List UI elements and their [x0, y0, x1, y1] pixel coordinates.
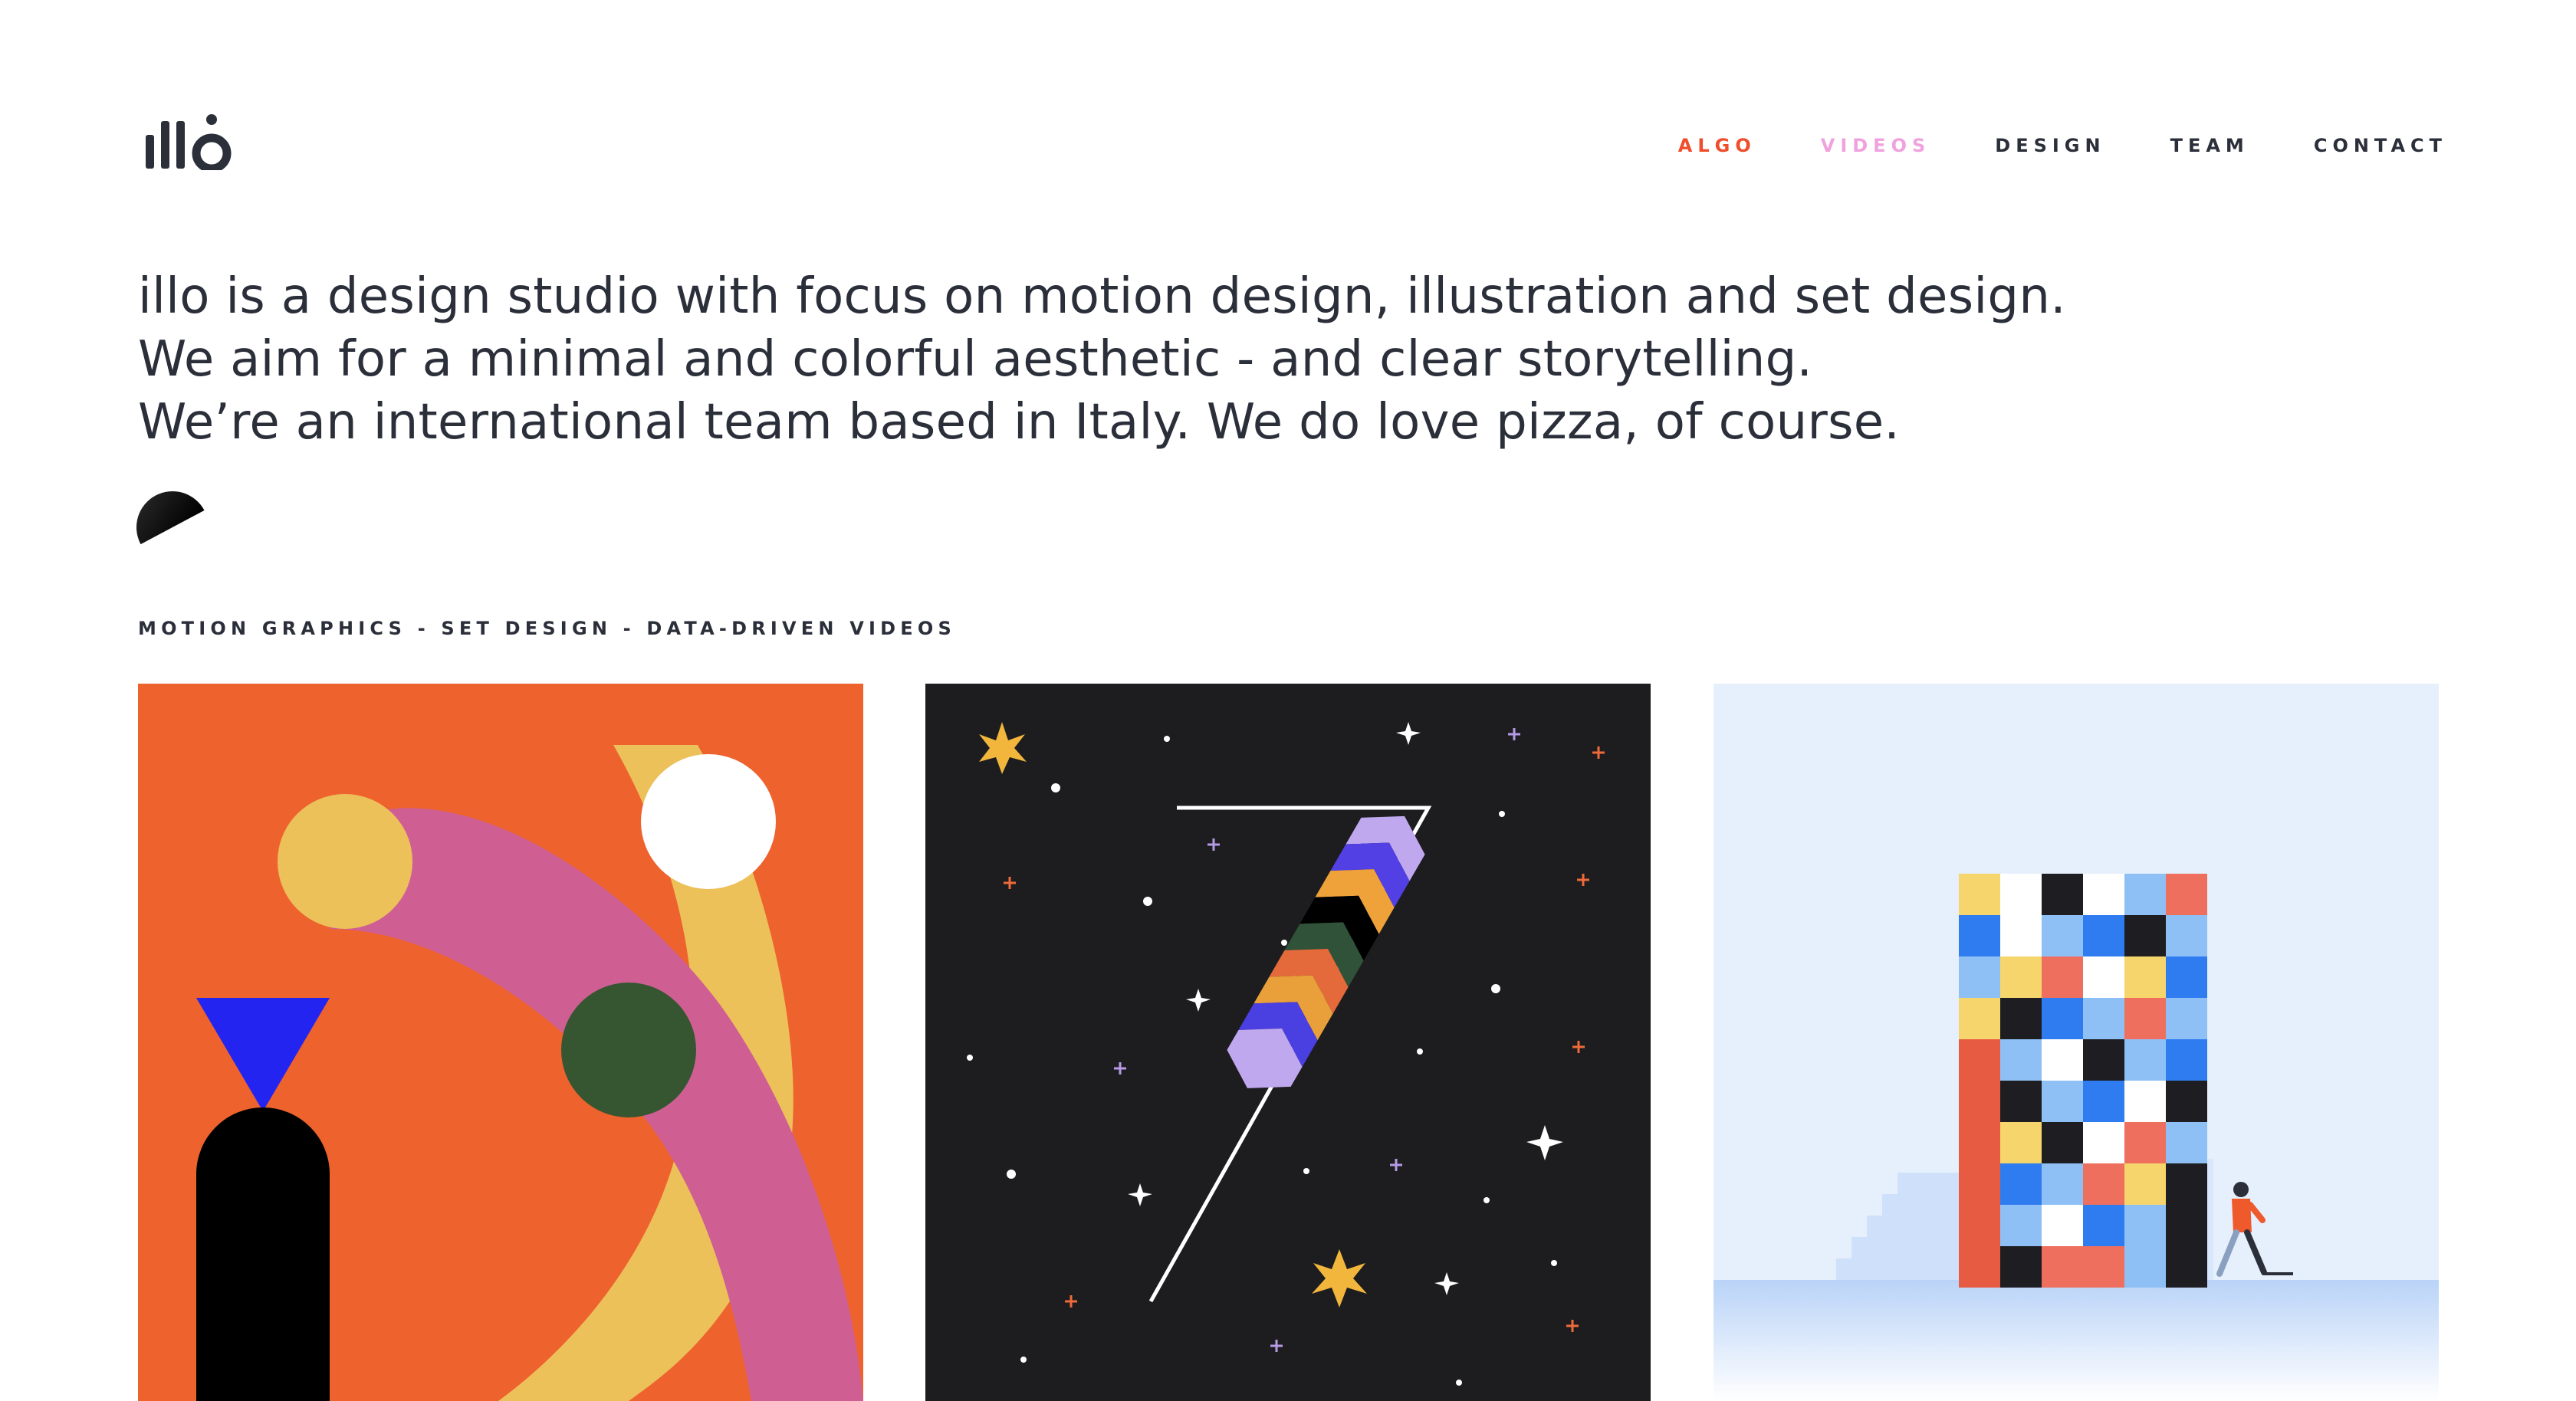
tower-door	[1959, 1039, 2000, 1288]
nav-item-contact[interactable]: CONTACT	[2314, 135, 2447, 156]
half-circle-icon	[136, 491, 205, 545]
tower-tile	[2083, 998, 2124, 1039]
intro-line: illo is a design studio with focus on mo…	[138, 268, 2066, 325]
tower-tile	[2083, 1122, 2124, 1163]
tower-tile	[2124, 1246, 2166, 1288]
tower-tile	[2166, 1039, 2207, 1081]
tower-tile	[1959, 915, 2000, 956]
tower-tile	[2124, 1163, 2166, 1205]
tower-tile	[2083, 874, 2124, 915]
tower-tile	[2124, 1039, 2166, 1081]
tower-tile	[2124, 1205, 2166, 1246]
tower-tile	[2124, 998, 2166, 1039]
tower-tile	[2042, 1122, 2083, 1163]
intro-text: illo is a design studio with focus on mo…	[138, 265, 2438, 454]
tower-tile	[2124, 1122, 2166, 1163]
tower-tile	[2083, 1039, 2124, 1081]
services-tagline: MOTION GRAPHICS - SET DESIGN - DATA-DRIV…	[138, 618, 956, 639]
tower-tile	[2166, 874, 2207, 915]
tower-tile	[1959, 874, 2000, 915]
tower-tile	[2000, 915, 2042, 956]
intro-line: We’re an international team based in Ita…	[138, 394, 1901, 451]
page: ALGO VIDEOS DESIGN TEAM CONTACT illo is …	[0, 0, 2576, 1401]
tower-tile	[2000, 1081, 2042, 1122]
tower-tile	[2124, 874, 2166, 915]
portfolio-tile-seven[interactable]	[925, 684, 1651, 1401]
tower-tile	[2166, 1163, 2207, 1205]
nav-item-algo[interactable]: ALGO	[1678, 135, 1756, 156]
tower-tile	[2042, 956, 2083, 998]
number-seven-night-sky-artwork-icon	[925, 684, 1651, 1401]
logo-link[interactable]	[143, 113, 238, 173]
tower-tile	[2124, 1081, 2166, 1122]
tower-tile	[2042, 1246, 2083, 1288]
tower-tile	[2042, 998, 2083, 1039]
tower-tile	[2000, 874, 2042, 915]
tower-tile	[1959, 998, 2000, 1039]
intro-line: We aim for a minimal and colorful aesthe…	[138, 331, 1813, 388]
tower-tile	[2124, 915, 2166, 956]
tower-tile	[2000, 956, 2042, 998]
portfolio-tile-abstract[interactable]	[138, 684, 863, 1401]
nav-item-design[interactable]: DESIGN	[1995, 135, 2105, 156]
tower-tile	[2042, 1039, 2083, 1081]
nav-item-team[interactable]: TEAM	[2170, 135, 2249, 156]
tower-tile	[2042, 1205, 2083, 1246]
tower-tile	[2000, 1163, 2042, 1205]
tower-tile	[2083, 1163, 2124, 1205]
tower-tile	[1959, 956, 2000, 998]
tower-tile	[2000, 1205, 2042, 1246]
tower-tile	[2042, 1081, 2083, 1122]
tower-tile	[2083, 1205, 2124, 1246]
tower-tile	[2166, 1122, 2207, 1163]
tower-tile	[2166, 956, 2207, 998]
tower-tile	[2000, 1122, 2042, 1163]
tower-tile	[2083, 1081, 2124, 1122]
tower-tile	[2083, 956, 2124, 998]
tower-tile	[2083, 915, 2124, 956]
tower-tile	[2166, 998, 2207, 1039]
illo-logo-icon	[146, 114, 232, 173]
tower-tile	[2166, 1205, 2207, 1246]
tower-tile	[2042, 915, 2083, 956]
tower-tile	[2166, 1081, 2207, 1122]
colorful-tower-walker-artwork-icon	[1714, 684, 2439, 1401]
tower-tile	[2083, 1246, 2124, 1288]
tower-tile	[2042, 1163, 2083, 1205]
portfolio-tile-tower[interactable]	[1714, 684, 2439, 1401]
nav-item-videos[interactable]: VIDEOS	[1821, 135, 1931, 156]
tower-tile	[2000, 998, 2042, 1039]
tower-tile	[2000, 1246, 2042, 1288]
tower-tile	[2124, 956, 2166, 998]
main-nav: ALGO VIDEOS DESIGN TEAM CONTACT	[1678, 135, 2447, 156]
tower-tile	[2042, 874, 2083, 915]
abstract-shapes-artwork-icon	[138, 684, 863, 1401]
tower-tile	[2166, 915, 2207, 956]
tower-tile	[2000, 1039, 2042, 1081]
tower-tile	[2166, 1246, 2207, 1288]
